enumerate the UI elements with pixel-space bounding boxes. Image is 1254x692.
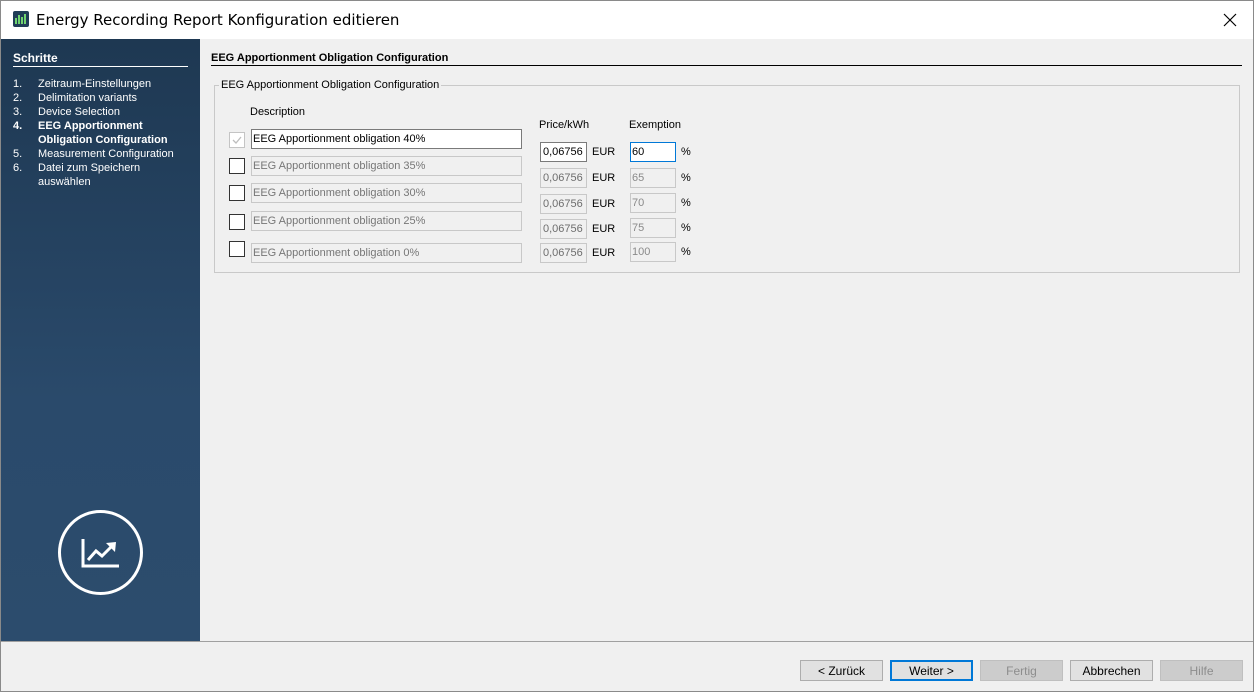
help-button[interactable]: Hilfe [1160, 660, 1243, 681]
step-item: 6. Datei zum Speichern auswählen [13, 161, 193, 189]
trend-chart-icon [81, 538, 119, 567]
step-number: 1. [13, 78, 23, 90]
next-button[interactable]: Weiter > [890, 660, 973, 681]
step-number: 3. [13, 106, 23, 118]
logo-badge [58, 510, 143, 595]
step-number: 5. [13, 148, 23, 160]
description-input[interactable] [251, 211, 522, 231]
step-item: 2. Delimitation variants [13, 91, 193, 105]
price-input[interactable] [540, 243, 587, 263]
description-header: Description [250, 106, 306, 118]
row-checkbox[interactable] [229, 185, 245, 201]
description-input[interactable] [251, 183, 522, 203]
close-icon [1223, 13, 1237, 27]
button-bar: < Zurück Weiter > Fertig Abbrechen Hilfe [1, 641, 1253, 691]
percent-label: % [681, 246, 691, 258]
row-checkbox[interactable] [229, 241, 245, 257]
step-item-active: 4. EEG Apportionment Obligation Configura… [13, 119, 193, 147]
row-checkbox[interactable] [229, 158, 245, 174]
row-checkbox[interactable] [229, 214, 245, 230]
steps-list: 1. Zeitraum-Einstellungen 2. Delimitation … [13, 77, 193, 189]
step-item: 3. Device Selection [13, 105, 193, 119]
currency-label: EUR [592, 247, 616, 259]
eeg-config-group: EEG Apportionment Obligation Configurati… [214, 79, 1240, 273]
dialog-window: Energy Recording Report Konfiguration ed… [0, 0, 1254, 692]
exemption-input[interactable] [630, 218, 676, 238]
window-title: Energy Recording Report Konfiguration ed… [36, 11, 400, 29]
finish-button[interactable]: Fertig [980, 660, 1063, 681]
cancel-button[interactable]: Abbrechen [1070, 660, 1153, 681]
step-item: 5. Measurement Configuration [13, 147, 193, 161]
step-label: Delimitation variants [38, 92, 138, 104]
step-label: Measurement Configuration [38, 148, 174, 160]
exemption-input[interactable] [630, 242, 676, 262]
main-panel: EEG Apportionment Obligation Configurati… [200, 39, 1253, 641]
table-row: EUR % [215, 154, 1239, 188]
table-row: EUR % [215, 181, 1239, 214]
step-label: Zeitraum-Einstellungen [38, 78, 152, 90]
step-number: 4. [13, 120, 23, 132]
step-number: 6. [13, 162, 23, 174]
group-title: EEG Apportionment Obligation Configurati… [219, 79, 442, 91]
description-input[interactable] [251, 156, 522, 176]
page-title: EEG Apportionment Obligation Configurati… [211, 52, 1242, 66]
back-button[interactable]: < Zurück [800, 660, 883, 681]
table-row: EUR % [215, 126, 1239, 162]
table-row: EUR % [215, 236, 1239, 263]
description-input[interactable] [251, 243, 522, 263]
step-label: EEG Apportionment Obligation Configurati… [38, 120, 168, 146]
close-button[interactable] [1207, 1, 1253, 39]
step-label: Datei zum Speichern auswählen [38, 162, 141, 188]
step-label: Device Selection [38, 106, 120, 118]
percent-label: % [681, 222, 691, 234]
table-row: EUR % [215, 208, 1239, 239]
app-icon [13, 11, 29, 27]
description-input[interactable] [251, 129, 522, 149]
step-number: 2. [13, 92, 23, 104]
step-item: 1. Zeitraum-Einstellungen [13, 77, 193, 91]
steps-sidebar: Schritte 1. Zeitraum-Einstellungen 2. Deli… [1, 39, 200, 641]
checkmark-icon [232, 136, 242, 144]
row-checkbox[interactable] [229, 132, 245, 148]
currency-label: EUR [592, 223, 616, 235]
steps-heading: Schritte [13, 51, 188, 67]
title-bar: Energy Recording Report Konfiguration ed… [1, 1, 1253, 39]
